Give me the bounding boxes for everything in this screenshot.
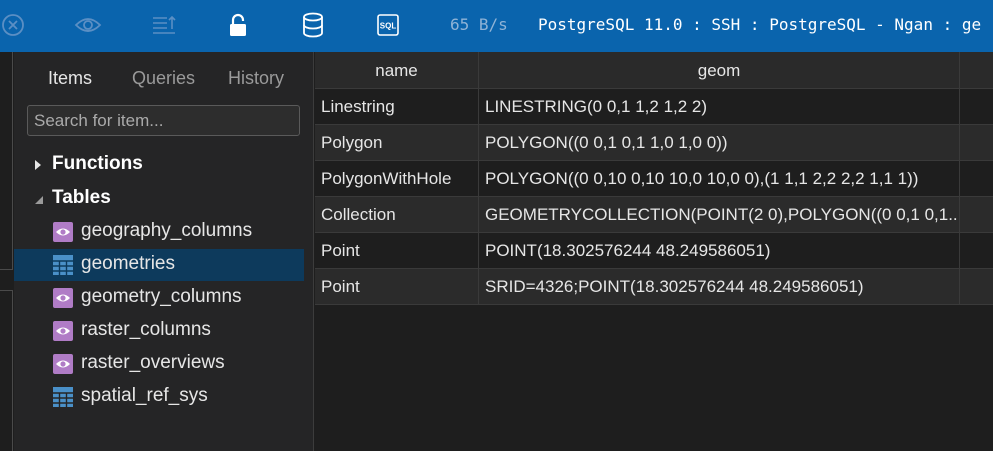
- sidebar: Items Queries History Functions Tables g…: [14, 52, 314, 451]
- tree-item-label: raster_overviews: [81, 352, 225, 373]
- view-eye-icon: [53, 354, 73, 374]
- cell-geom[interactable]: POINT(18.302576244 48.249586051): [479, 233, 960, 269]
- grid-header: name geom: [315, 52, 993, 89]
- table-grid-icon: [53, 255, 73, 275]
- table-grid-icon: [53, 387, 73, 407]
- table-row[interactable]: PolygonWithHole POLYGON((0 0,10 0,10 10,…: [315, 161, 993, 197]
- cell-empty: [960, 197, 993, 233]
- eye-icon[interactable]: [73, 10, 103, 40]
- table-row[interactable]: Collection GEOMETRYCOLLECTION(POINT(2 0)…: [315, 197, 993, 233]
- tree-item-raster-columns[interactable]: raster_columns: [14, 315, 304, 347]
- tree-item-label: spatial_ref_sys: [81, 385, 208, 406]
- cell-empty: [960, 233, 993, 269]
- tree-item-spatial-ref-sys[interactable]: spatial_ref_sys: [14, 381, 304, 413]
- gutter-divider-bottom: [0, 290, 13, 451]
- tree-item-geometry-columns[interactable]: geometry_columns: [14, 282, 304, 314]
- table-row[interactable]: Point POINT(18.302576244 48.249586051): [315, 233, 993, 269]
- close-circle-icon[interactable]: [0, 10, 26, 40]
- tree-item-label: geometry_columns: [81, 286, 242, 307]
- tree-item-raster-overviews[interactable]: raster_overviews: [14, 348, 304, 380]
- tab-history[interactable]: History: [228, 68, 284, 89]
- search-input[interactable]: [27, 105, 300, 136]
- cell-geom[interactable]: POLYGON((0 0,1 0,1 1,0 1,0 0)): [479, 125, 960, 161]
- transfer-speed: 65 B/s: [450, 15, 508, 34]
- cell-geom[interactable]: LINESTRING(0 0,1 1,2 1,2 2): [479, 89, 960, 125]
- toolbar: SQL 65 B/s PostgreSQL 11.0 : SSH : Postg…: [0, 0, 993, 52]
- tree-group-label: Tables: [52, 187, 111, 208]
- column-header-name[interactable]: name: [315, 52, 479, 89]
- chevron-down-icon: [34, 192, 44, 210]
- database-icon[interactable]: [301, 10, 325, 40]
- cell-empty: [960, 269, 993, 305]
- lock-icon[interactable]: [226, 10, 250, 40]
- cell-name[interactable]: Linestring: [315, 89, 479, 125]
- sql-file-icon[interactable]: SQL: [375, 10, 401, 40]
- tree-item-label: geometries: [81, 253, 175, 274]
- tree-group-tables[interactable]: Tables: [14, 183, 314, 213]
- cell-name[interactable]: Collection: [315, 197, 479, 233]
- tree-item-geometries[interactable]: geometries: [14, 249, 304, 281]
- view-eye-icon: [53, 288, 73, 308]
- tree-group-label: Functions: [52, 153, 143, 174]
- table-row[interactable]: Linestring LINESTRING(0 0,1 1,2 1,2 2): [315, 89, 993, 125]
- left-gutter: [0, 52, 14, 451]
- cell-empty: [960, 125, 993, 161]
- cell-empty: [960, 161, 993, 197]
- cell-name[interactable]: Point: [315, 269, 479, 305]
- table-row[interactable]: Polygon POLYGON((0 0,1 0,1 1,0 1,0 0)): [315, 125, 993, 161]
- cell-geom[interactable]: GEOMETRYCOLLECTION(POINT(2 0),POLYGON((0…: [479, 197, 960, 233]
- cell-name[interactable]: PolygonWithHole: [315, 161, 479, 197]
- column-header-empty: [960, 52, 993, 89]
- cell-name[interactable]: Polygon: [315, 125, 479, 161]
- list-sort-icon[interactable]: [150, 10, 178, 40]
- tab-queries[interactable]: Queries: [132, 68, 195, 89]
- column-header-geom[interactable]: geom: [479, 52, 960, 89]
- tab-items[interactable]: Items: [48, 68, 92, 89]
- results-grid: name geom Linestring LINESTRING(0 0,1 1,…: [315, 52, 993, 451]
- sidebar-tabs: Items Queries History: [14, 68, 314, 92]
- cell-geom[interactable]: POLYGON((0 0,10 0,10 10,0 10,0 0),(1 1,1…: [479, 161, 960, 197]
- tree-item-label: geography_columns: [81, 220, 253, 241]
- view-eye-icon: [53, 222, 73, 242]
- cell-geom[interactable]: SRID=4326;POINT(18.302576244 48.24958605…: [479, 269, 960, 305]
- tree-group-functions[interactable]: Functions: [14, 149, 314, 179]
- cell-name[interactable]: Point: [315, 233, 479, 269]
- cell-empty: [960, 89, 993, 125]
- chevron-right-icon: [34, 158, 42, 176]
- tree-item-geography-columns[interactable]: geography_columns: [14, 216, 304, 248]
- gutter-divider-top: [0, 52, 13, 270]
- connection-title: PostgreSQL 11.0 : SSH : PostgreSQL - Nga…: [538, 15, 982, 34]
- view-eye-icon: [53, 321, 73, 341]
- table-row[interactable]: Point SRID=4326;POINT(18.302576244 48.24…: [315, 269, 993, 305]
- sql-badge-text: SQL: [380, 22, 397, 31]
- tree-item-label: raster_columns: [81, 319, 211, 340]
